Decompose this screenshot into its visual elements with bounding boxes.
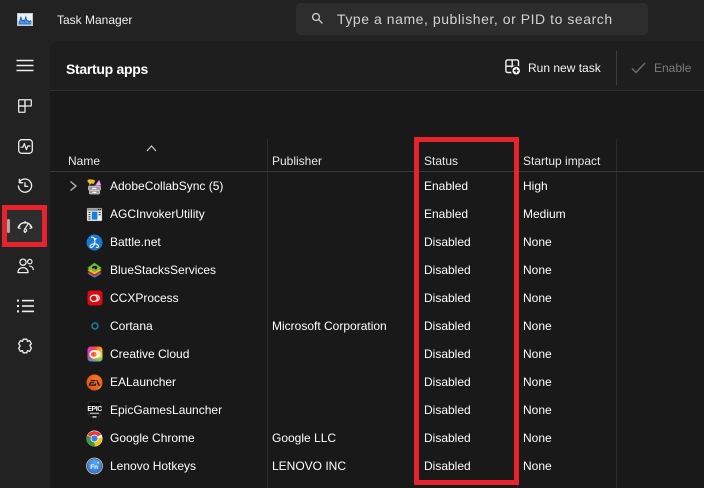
- svg-text:EPIC: EPIC: [87, 406, 102, 413]
- svg-text:Fn: Fn: [90, 464, 98, 471]
